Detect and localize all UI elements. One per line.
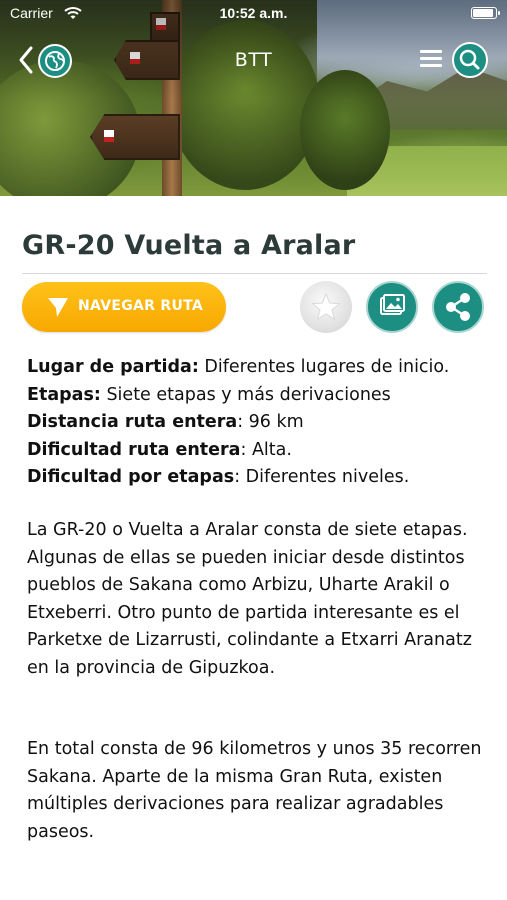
battery-level: [473, 9, 493, 17]
detail-value: Siete etapas y más derivaciones: [100, 384, 391, 405]
gallery-button[interactable]: [366, 281, 418, 333]
detail-value: : 96 km: [237, 412, 304, 432]
gallery-icon: [380, 294, 405, 315]
search-icon: [459, 49, 480, 70]
status-time: 10:52 a.m.: [219, 5, 288, 21]
navigation-arrow-icon: [48, 298, 68, 317]
detail-value: : Alta.: [240, 439, 292, 460]
globe-icon: [45, 51, 65, 71]
detail-row: Dificultad por etapas: Diferentes nivele…: [27, 464, 487, 492]
divider: [22, 273, 487, 274]
detail-row: Lugar de partida: Diferentes lugares de …: [27, 354, 487, 382]
share-icon: [446, 293, 470, 321]
chevron-left-icon: [19, 46, 33, 74]
detail-label: Etapas:: [27, 384, 101, 405]
detail-label: Lugar de partida:: [27, 357, 199, 377]
route-details: Lugar de partida: Diferentes lugares de …: [27, 354, 487, 492]
globe-button[interactable]: [38, 44, 72, 78]
detail-label: Distancia ruta entera: [27, 412, 238, 432]
detail-label: Dificultad ruta entera: [27, 439, 241, 460]
description-paragraph: La GR-20 o Vuelta a Aralar consta de sie…: [27, 520, 472, 678]
detail-value: Diferentes lugares de inicio.: [198, 357, 450, 377]
menu-button[interactable]: [420, 48, 444, 70]
battery-icon: [471, 7, 500, 19]
navigate-route-button[interactable]: NAVEGAR RUTA: [22, 282, 226, 332]
navigate-route-label: NAVEGAR RUTA: [78, 298, 204, 314]
favorite-button[interactable]: [300, 281, 352, 333]
detail-row: Dificultad ruta entera: Alta.: [27, 437, 487, 465]
star-icon: [311, 292, 341, 321]
hamburger-menu-icon: [420, 57, 442, 60]
trail-mark: [104, 130, 114, 142]
route-title: GR-20 Vuelta a Aralar: [22, 230, 356, 261]
search-button[interactable]: [452, 42, 488, 78]
hamburger-menu-icon: [420, 50, 442, 53]
detail-row: Distancia ruta entera: 96 km: [27, 409, 487, 437]
description-paragraph: En total consta de 96 kilometros y unos …: [27, 739, 482, 842]
share-button[interactable]: [432, 281, 484, 333]
detail-value: : Diferentes niveles.: [234, 467, 410, 487]
hero-image: [0, 0, 507, 196]
back-button[interactable]: [16, 44, 36, 76]
detail-label: Dificultad por etapas: [27, 467, 235, 487]
status-bar: Carrier 10:52 a.m.: [0, 0, 507, 28]
nav-bar: BTT: [0, 40, 507, 80]
detail-row: Etapas: Siete etapas y más derivaciones: [27, 382, 487, 410]
hamburger-menu-icon: [420, 64, 442, 67]
